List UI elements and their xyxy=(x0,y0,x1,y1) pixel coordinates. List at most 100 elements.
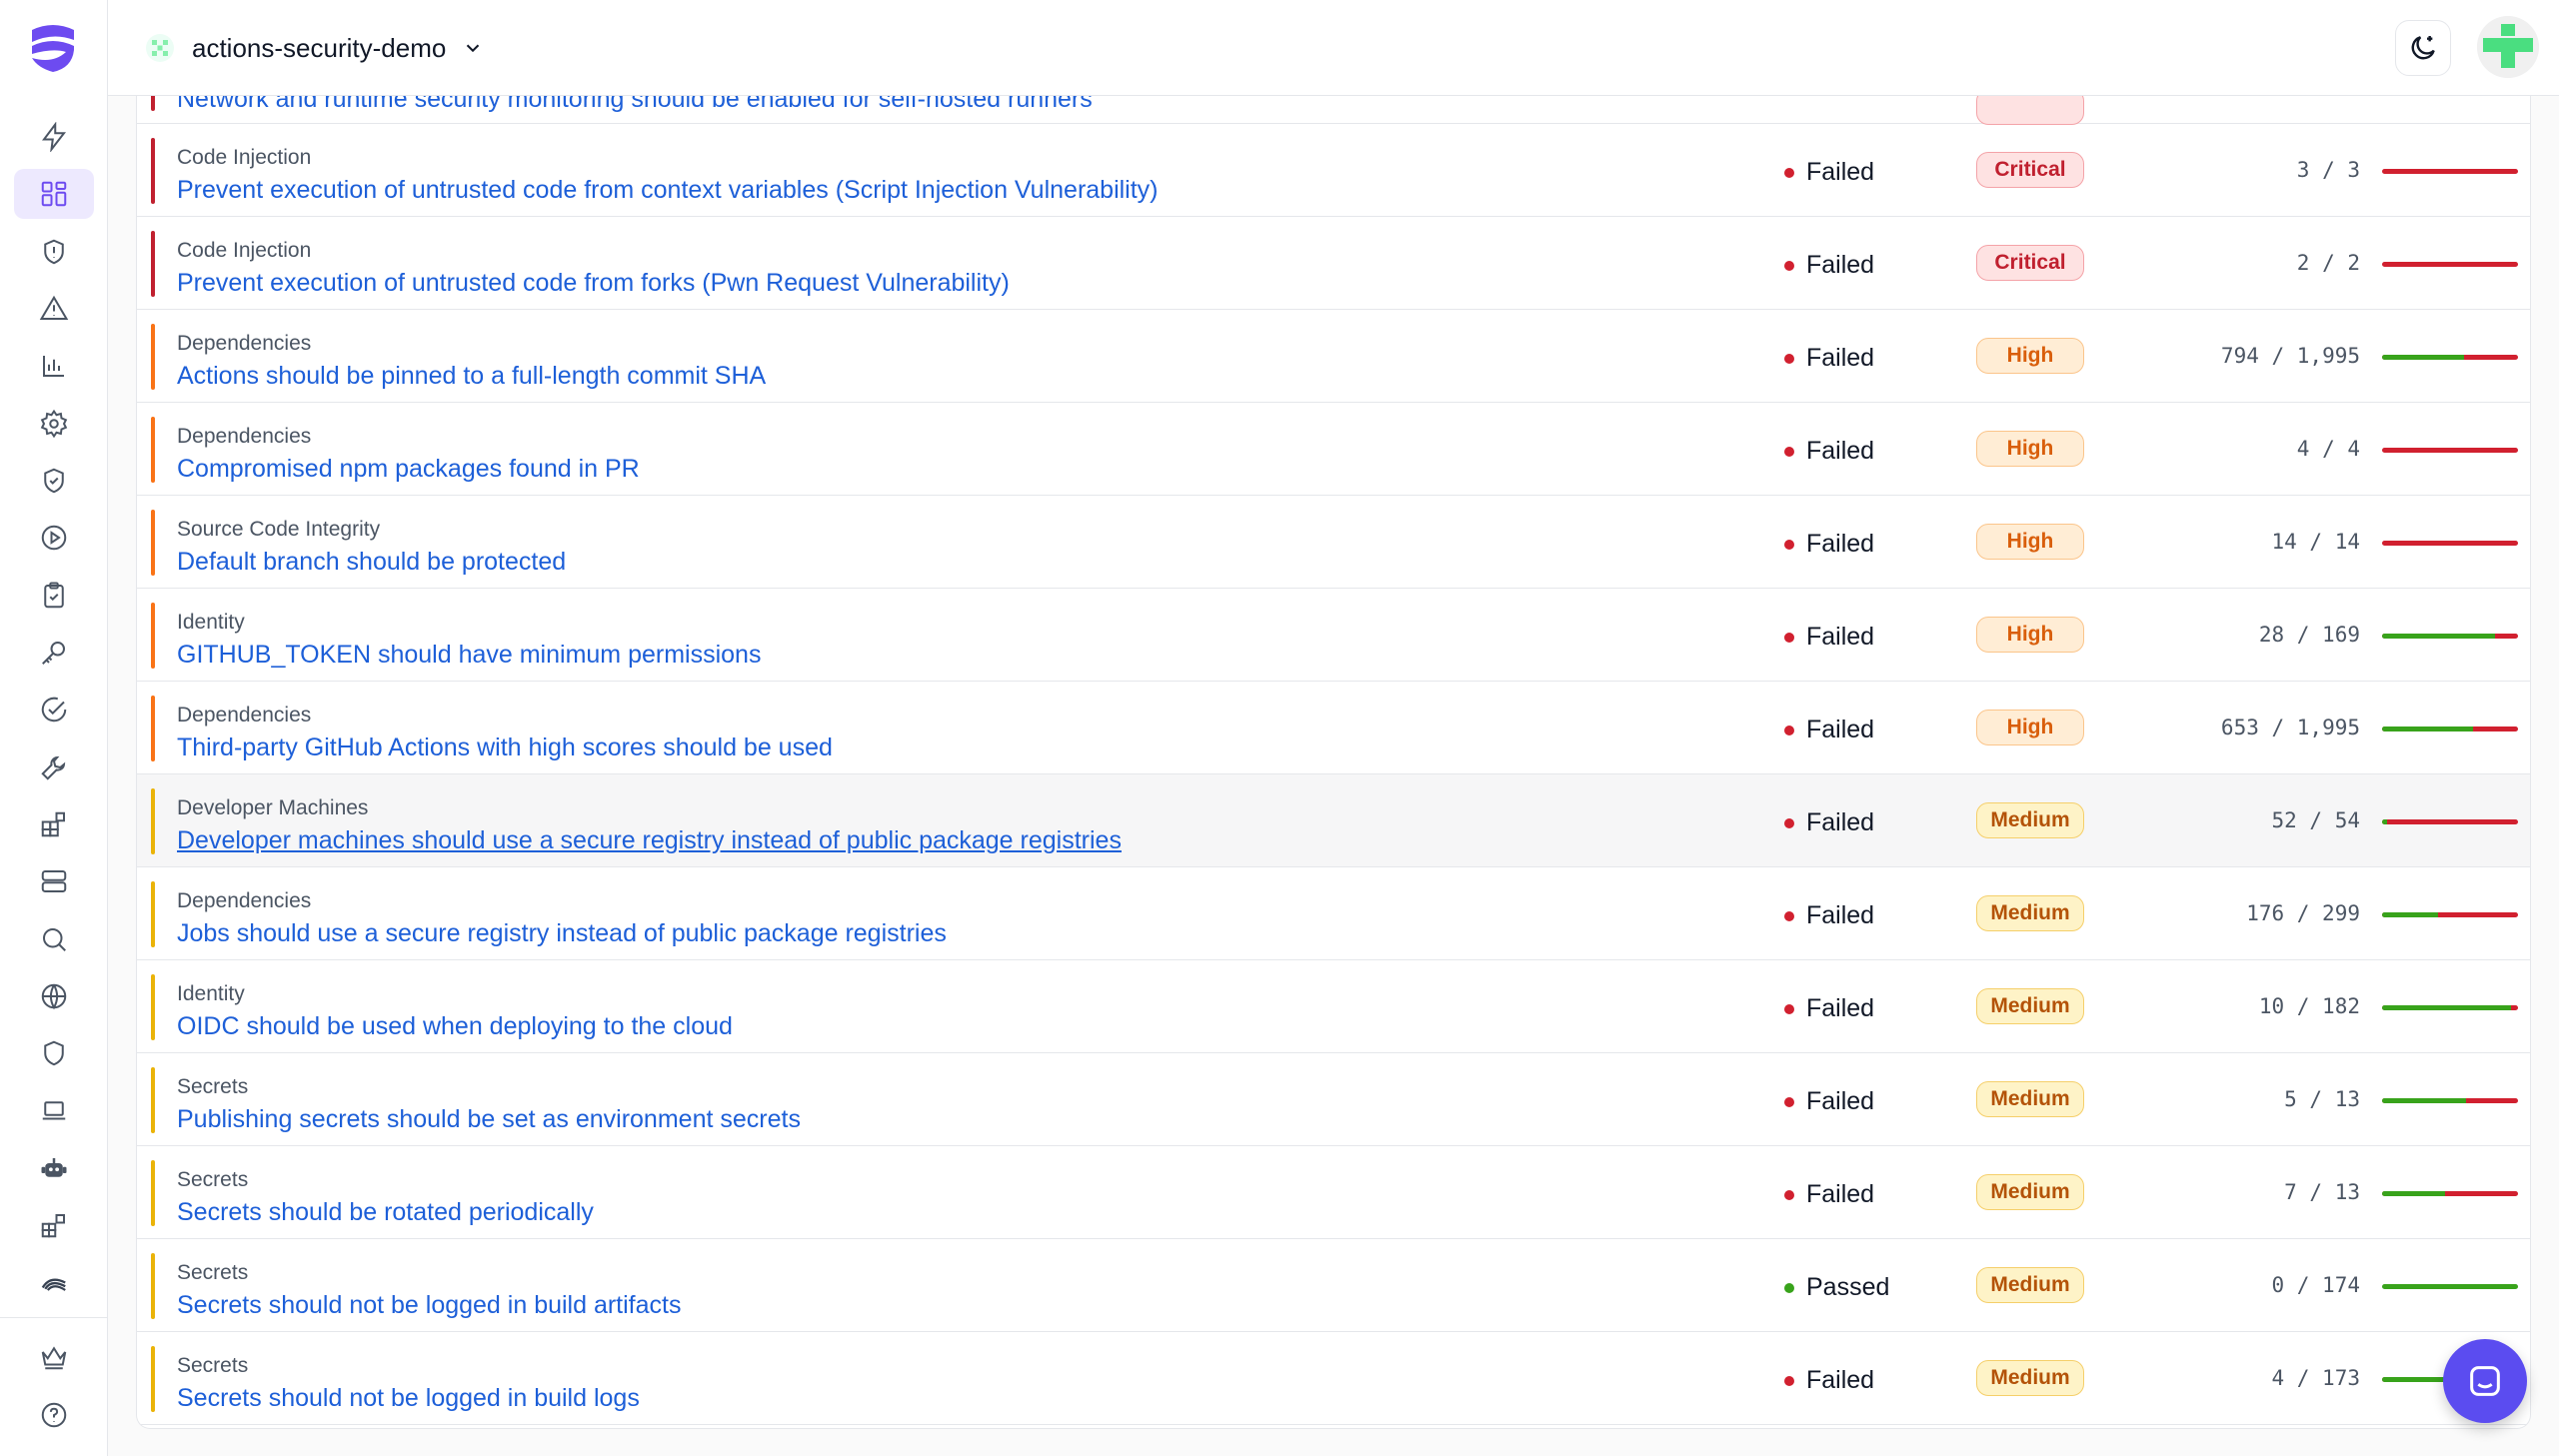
status-label: Failed xyxy=(1806,344,1875,372)
progress-bar xyxy=(2382,1005,2518,1010)
status-dot xyxy=(1784,1282,1794,1293)
progress-bar xyxy=(2382,1191,2518,1196)
sidebar-item-upgrade[interactable] xyxy=(14,1332,94,1382)
sidebar-item-compliance[interactable] xyxy=(14,685,94,734)
check-title-link[interactable]: Secrets should not be logged in build ar… xyxy=(177,1291,681,1320)
help-icon xyxy=(41,1402,67,1428)
key-icon xyxy=(42,642,65,665)
status-dot xyxy=(1784,446,1794,457)
sidebar-item-devices[interactable] xyxy=(14,1086,94,1136)
repo-selector[interactable]: actions-security-demo xyxy=(144,24,484,72)
table-row[interactable]: Secrets Secrets should be rotated periodi… xyxy=(137,1146,2530,1239)
wrench-icon xyxy=(41,755,66,780)
check-title-link[interactable]: GITHUB_TOKEN should have minimum permiss… xyxy=(177,641,761,670)
check-title-link[interactable]: Developer machines should use a secure r… xyxy=(177,826,1122,855)
sidebar-item-search[interactable] xyxy=(14,914,94,964)
check-category: Identity xyxy=(177,982,245,1005)
sidebar-item-runners[interactable] xyxy=(14,856,94,906)
user-avatar[interactable] xyxy=(2477,16,2539,78)
sidebar-item-apps[interactable] xyxy=(14,1200,94,1250)
progress-bar xyxy=(2382,355,2518,360)
progress-fill xyxy=(2382,1191,2445,1196)
sidebar-item-policies[interactable] xyxy=(14,456,94,506)
progress-bar xyxy=(2382,1284,2518,1289)
progress-fill xyxy=(2382,1098,2466,1103)
stepsecurity-logo[interactable] xyxy=(26,20,80,74)
sidebar-item-settings[interactable] xyxy=(14,399,94,449)
check-title-link[interactable]: Prevent execution of untrusted code from… xyxy=(177,269,1010,298)
repo-name: actions-security-demo xyxy=(192,32,447,63)
failing-count: 3 / 3 xyxy=(2296,158,2360,182)
status-label: Failed xyxy=(1806,530,1875,558)
checks-table: Network and runtime security monitoring … xyxy=(136,60,2531,1429)
shield-icon xyxy=(44,1040,64,1066)
sidebar-item-warnings[interactable] xyxy=(14,284,94,334)
sidebar-item-tools[interactable] xyxy=(14,742,94,792)
theme-toggle-button[interactable] xyxy=(2395,20,2451,76)
table-row[interactable]: Secrets Secrets should not be logged in b… xyxy=(137,1239,2530,1332)
status-label: Failed xyxy=(1806,623,1875,651)
blocks-icon xyxy=(41,1214,65,1238)
check-title-link[interactable]: Actions should be pinned to a full-lengt… xyxy=(177,362,766,391)
chat-launcher-button[interactable] xyxy=(2443,1339,2527,1423)
failing-count: 0 / 174 xyxy=(2271,1273,2360,1297)
sidebar-item-shield-alert[interactable] xyxy=(14,227,94,277)
sidebar-item-help[interactable] xyxy=(14,1390,94,1440)
play-circle-icon xyxy=(41,525,67,551)
chevron-down-icon xyxy=(467,44,480,53)
sidebar-item-insights[interactable] xyxy=(14,341,94,391)
sidebar-item-runs[interactable] xyxy=(14,513,94,563)
failing-count: 176 / 299 xyxy=(2246,901,2360,925)
check-title-link[interactable]: Default branch should be protected xyxy=(177,548,566,577)
sidebar-item-ai-agent[interactable] xyxy=(14,1143,94,1193)
severity-badge: Medium xyxy=(1976,1360,2084,1396)
check-title-link[interactable]: Prevent execution of untrusted code from… xyxy=(177,176,1159,205)
sidebar-item-security[interactable] xyxy=(14,1028,94,1078)
check-title-link[interactable]: Secrets should be rotated periodically xyxy=(177,1198,594,1227)
sidebar-item-checks[interactable] xyxy=(14,571,94,621)
table-row[interactable]: Code Injection Prevent execution of untru… xyxy=(137,124,2530,217)
check-title-link[interactable]: OIDC should be used when deploying to th… xyxy=(177,1012,733,1041)
check-title-link[interactable]: Publishing secrets should be set as envi… xyxy=(177,1105,801,1134)
status-indicator: Failed xyxy=(1784,437,1874,466)
status-label: Failed xyxy=(1806,437,1875,465)
server-icon xyxy=(41,870,67,892)
table-row[interactable]: Identity OIDC should be used when deployi… xyxy=(137,960,2530,1053)
check-category: Code Injection xyxy=(177,239,312,262)
sidebar-item-harden[interactable] xyxy=(14,1255,94,1305)
sidebar-item-dashboard[interactable] xyxy=(14,169,94,219)
table-row[interactable]: Dependencies Actions should be pinned to … xyxy=(137,310,2530,403)
table-row[interactable]: Developer Machines Developer machines sho… xyxy=(137,774,2530,867)
status-dot xyxy=(1784,1189,1794,1200)
failing-count: 2 / 2 xyxy=(2296,251,2360,275)
sidebar-item-secrets[interactable] xyxy=(14,628,94,678)
table-row[interactable]: Identity GITHUB_TOKEN should have minimum… xyxy=(137,589,2530,682)
check-title-link[interactable]: Third-party GitHub Actions with high sco… xyxy=(177,733,833,762)
table-row[interactable]: Source Code Integrity Default branch shou… xyxy=(137,496,2530,589)
check-category: Secrets xyxy=(177,1261,249,1284)
progress-bar xyxy=(2382,912,2518,917)
table-row[interactable]: Dependencies Compromised npm packages fou… xyxy=(137,403,2530,496)
check-title-link[interactable]: Compromised npm packages found in PR xyxy=(177,455,640,484)
table-row[interactable]: Dependencies Third-party GitHub Actions w… xyxy=(137,682,2530,774)
progress-fill xyxy=(2382,1284,2518,1289)
table-row[interactable]: Dependencies Jobs should use a secure reg… xyxy=(137,867,2530,960)
sidebar-item-integrations[interactable] xyxy=(14,799,94,849)
gear-icon xyxy=(40,409,68,439)
sidebar-item-activity[interactable] xyxy=(14,112,94,162)
status-indicator: Failed xyxy=(1784,530,1874,559)
check-category: Dependencies xyxy=(177,425,312,448)
table-row[interactable]: Secrets Secrets should not be logged in b… xyxy=(137,1332,2530,1425)
table-row[interactable]: Secrets Publishing secrets should be set … xyxy=(137,1053,2530,1146)
status-label: Failed xyxy=(1806,251,1875,279)
table-row[interactable]: Code Injection Prevent execution of untru… xyxy=(137,217,2530,310)
severity-badge: Medium xyxy=(1976,1267,2084,1303)
sidebar-item-network[interactable] xyxy=(14,971,94,1021)
status-dot xyxy=(1784,632,1794,643)
check-title-link[interactable]: Secrets should not be logged in build lo… xyxy=(177,1384,640,1413)
severity-badge: Critical xyxy=(1976,152,2084,188)
severity-indicator xyxy=(151,1346,155,1412)
progress-bar xyxy=(2382,634,2518,639)
check-title-link[interactable]: Jobs should use a secure registry instea… xyxy=(177,919,947,948)
severity-indicator xyxy=(151,1160,155,1226)
